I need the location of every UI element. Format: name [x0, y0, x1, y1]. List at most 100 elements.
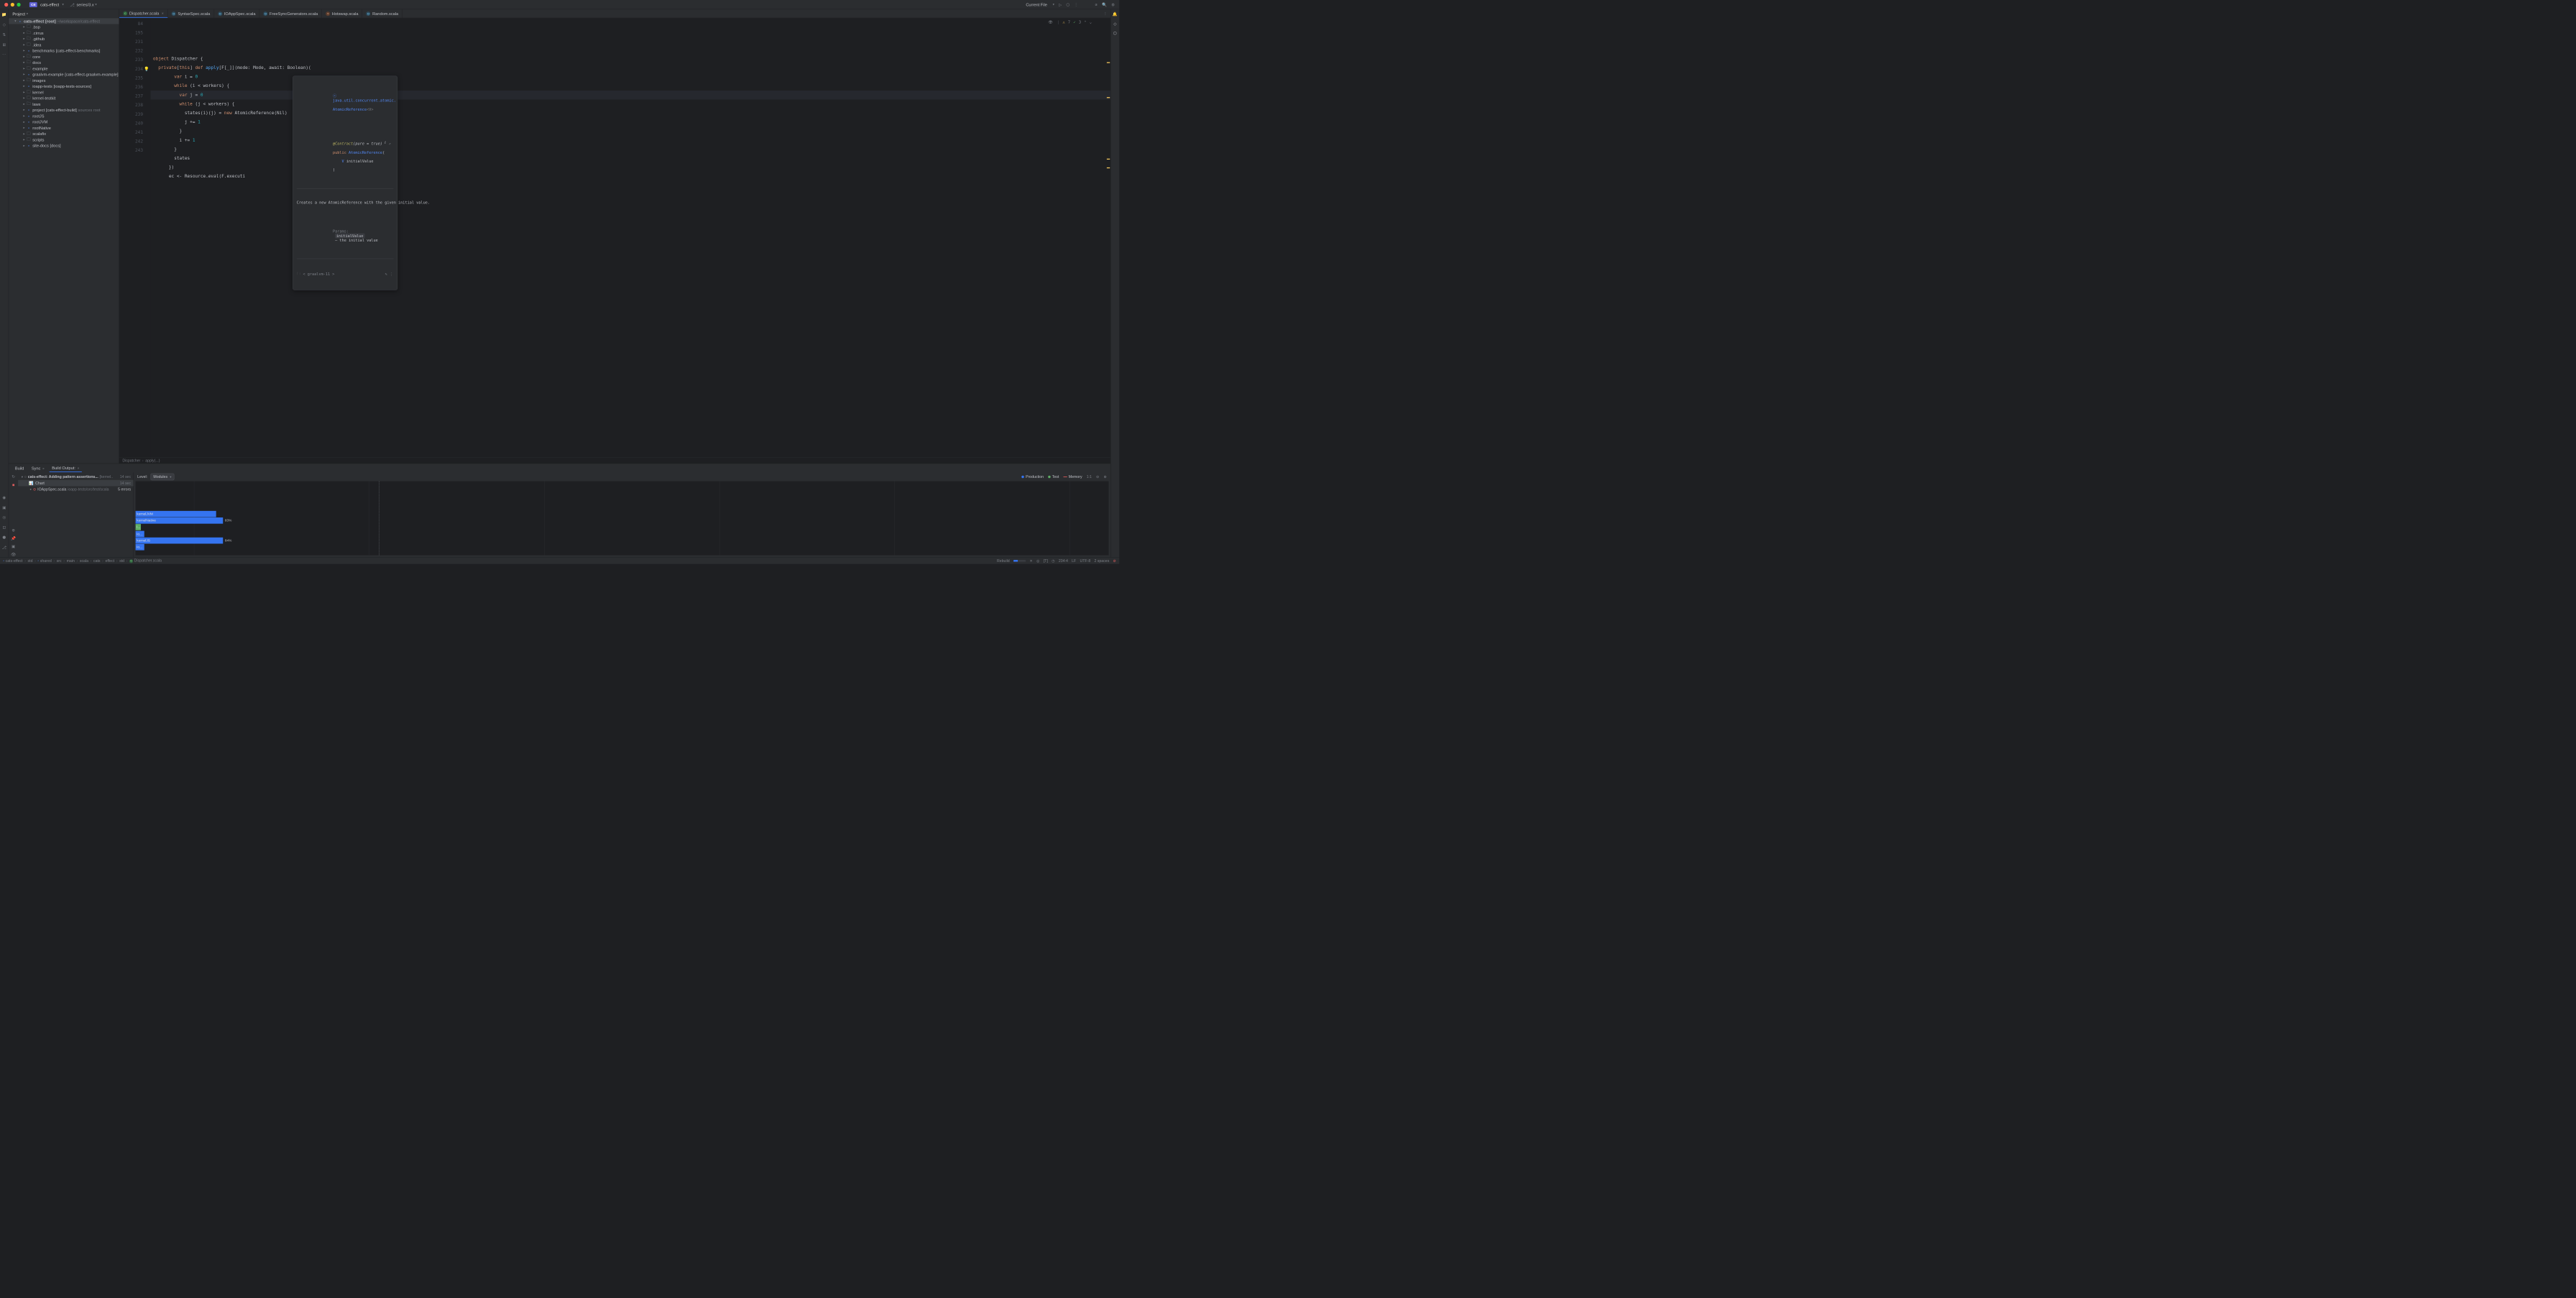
prev-highlight-icon[interactable]: ⌃ [1084, 20, 1086, 24]
reader-mode-icon[interactable]: 👁 [1048, 20, 1053, 24]
problems-tool-icon[interactable]: ⊡ [1, 525, 7, 530]
project-tree[interactable]: ▾ ▫ cats-effect [root] ~/workspace/cats-… [9, 18, 119, 464]
tree-row[interactable]: ▸ 🗀 .idea [9, 42, 119, 47]
close-tab-icon[interactable]: × [162, 11, 164, 15]
crumb[interactable]: apply(...) [145, 459, 160, 463]
nav-crumb[interactable]: std [28, 558, 33, 563]
tree-row[interactable]: ▸ 🗀 example [9, 65, 119, 71]
sync-icon[interactable]: ↻ [12, 474, 15, 479]
error-stripe[interactable] [1106, 18, 1110, 457]
clock-icon[interactable]: ◷ [1052, 558, 1055, 563]
code-with-me-icon[interactable]: ⍟ [1095, 2, 1098, 7]
stop-icon[interactable]: ■ [12, 482, 14, 487]
chart-bar[interactable]: kernelJS84% [136, 538, 232, 544]
build-root-row[interactable]: ▾ ◌ cats-effect: Adding pattern assertio… [18, 474, 133, 480]
gradle-tool-icon[interactable]: ⬡ [1113, 31, 1117, 36]
project-tool-icon[interactable]: 📁 [1, 12, 7, 18]
background-tasks-icon[interactable]: ◎ [1036, 558, 1040, 563]
expand-icon[interactable]: ⊕ [12, 528, 15, 533]
level-dropdown[interactable]: Modules ▾ [150, 474, 174, 481]
maximize-window[interactable] [17, 3, 20, 6]
tree-row[interactable]: ▸ 🗀 .bsp [9, 24, 119, 29]
chevron-down-icon[interactable]: ▾ [62, 3, 63, 6]
indent-widget-icon[interactable]: [T] [1044, 558, 1048, 563]
minimize-window[interactable] [11, 3, 14, 6]
close-tab-icon[interactable]: × [42, 466, 45, 470]
line-separator[interactable]: LF [1072, 558, 1076, 563]
editor-tab[interactable]: O FreeSyncGenerators.scala [259, 9, 322, 18]
doc-more-icon[interactable]: ⋮ [390, 272, 393, 276]
project-name[interactable]: cats-effect [40, 2, 59, 7]
code-line[interactable]: private[this] def apply[F[_]](mode: Mode… [150, 63, 1110, 73]
zoom-out-icon[interactable]: ⊖ [1096, 474, 1099, 479]
vcs-branch[interactable]: ⎇ series/3.x ▾ [70, 2, 96, 7]
code-line[interactable]: object Dispatcher { [150, 55, 1110, 64]
tree-row[interactable]: ▸ ▫ site-docs [docs] [9, 143, 119, 149]
progress-bar[interactable] [1013, 560, 1026, 562]
cancel-build-icon[interactable]: ✕ [1029, 558, 1032, 563]
file-encoding[interactable]: UTF-8 [1080, 558, 1090, 563]
nav-crumb[interactable]: std [119, 558, 124, 563]
cursor-position[interactable]: 234:4 [1059, 558, 1068, 563]
build-events-tree[interactable]: ▾ ◌ cats-effect: Adding pattern assertio… [18, 472, 134, 557]
chart-bar[interactable]: io... [136, 531, 144, 538]
tree-row[interactable]: ▸ ▫ project [cats-effect-build] sources … [9, 107, 119, 113]
vcs-tool-icon[interactable]: ⎇ [1, 545, 7, 551]
next-highlight-icon[interactable]: ⌄ [1090, 20, 1092, 24]
chart-row[interactable]: 📊 Chart 14 sec [18, 480, 133, 487]
tree-row[interactable]: ▸ 🗀 kernel [9, 89, 119, 95]
chevron-down-icon[interactable]: ▾ [1053, 3, 1054, 6]
database-tool-icon[interactable]: ◇ [1113, 22, 1116, 27]
doc-package[interactable]: java.util.concurrent.atomic. [333, 98, 396, 103]
tree-row[interactable]: ▸ 🗀 laws [9, 101, 119, 107]
run-config-label[interactable]: Current File [1026, 2, 1047, 7]
chart-bar[interactable]: kernelJVM [136, 511, 216, 517]
file-row[interactable]: ▸ ⊖ IOAppSpec.scala ioapp-tests/src/test… [18, 487, 133, 493]
nav-crumb[interactable]: ▫ shared [37, 558, 51, 563]
run-icon[interactable]: ▷ [1059, 2, 1062, 7]
tree-row[interactable]: ▸ ▫ rootJVM [9, 119, 119, 125]
nav-crumb[interactable]: src [57, 558, 62, 563]
intention-bulb-icon[interactable]: 💡 [144, 65, 150, 74]
close-window[interactable] [4, 3, 8, 6]
more-icon[interactable]: ⋮ [1074, 2, 1078, 7]
problems-icon[interactable]: ⊘ [1113, 558, 1116, 563]
settings-icon[interactable]: ⚙ [1111, 2, 1115, 7]
editor-tab[interactable]: O SyntaxSpec.scala [168, 9, 214, 18]
tree-row[interactable]: ▸ ▫ ioapp-tests [ioapp-tests-sources] [9, 83, 119, 89]
chart-bar[interactable]: i... [136, 524, 141, 530]
search-icon[interactable]: 🔍 [1102, 2, 1107, 7]
crumb[interactable]: Dispatcher [122, 459, 140, 463]
tree-root[interactable]: ▾ ▫ cats-effect [root] ~/workspace/cats-… [9, 18, 119, 24]
bottom-tab[interactable]: Sync× [29, 464, 47, 471]
tree-row[interactable]: ▸ ▫ rootJS [9, 113, 119, 119]
close-tab-icon[interactable]: × [78, 466, 80, 470]
services-tool-icon[interactable]: ◎ [1, 515, 7, 520]
pull-requests-icon[interactable]: ⇅ [1, 32, 7, 37]
pin-icon[interactable]: 📌 [11, 536, 16, 541]
layout-icon[interactable]: ▣ [12, 544, 15, 549]
structure-tool-icon[interactable]: ⊞ [1, 42, 7, 47]
editor-tab[interactable]: C Dispatcher.scala × [119, 9, 168, 18]
editor-body[interactable]: 84195231232233234💡2352362372382392402412… [119, 18, 1110, 457]
project-header[interactable]: Project ▾ [9, 9, 119, 18]
tree-row[interactable]: ▸ 🗀 scripts [9, 137, 119, 142]
debug-icon[interactable]: ⬡ [1066, 2, 1070, 7]
bottom-tab[interactable]: Build Output:× [50, 464, 82, 472]
build-tool-icon[interactable]: ⬢ [1, 535, 7, 540]
editor-tab[interactable]: O IOAppSpec.scala [214, 9, 259, 18]
chart-bar[interactable]: io... [136, 544, 144, 551]
nav-crumb[interactable]: cats [93, 558, 101, 563]
inspections-widget[interactable]: 👁 | ⚠ 7 ✓ 3 ⌃ ⌄ [1048, 20, 1092, 24]
zoom-in-icon[interactable]: ⊕ [1103, 474, 1106, 479]
chart-bar[interactable]: kernelNative83% [136, 517, 232, 524]
tree-row[interactable]: ▸ 🗀 docs [9, 60, 119, 65]
indent-setting[interactable]: 2 spaces [1094, 558, 1109, 563]
view-icon[interactable]: 👁 [11, 552, 16, 557]
navigation-bar[interactable]: ▫ cats-effect›std›▫ shared›src›main›scal… [3, 558, 162, 563]
more-tools-icon[interactable]: ⋯ [1, 52, 7, 57]
bottom-tab[interactable]: Build [12, 464, 27, 471]
chart-plot[interactable]: kernelJVMkernelNative83%i...io...kernelJ… [136, 482, 1109, 556]
nav-crumb[interactable]: scala [80, 558, 88, 563]
tabs-more-icon[interactable]: ⋮ [1103, 11, 1108, 16]
